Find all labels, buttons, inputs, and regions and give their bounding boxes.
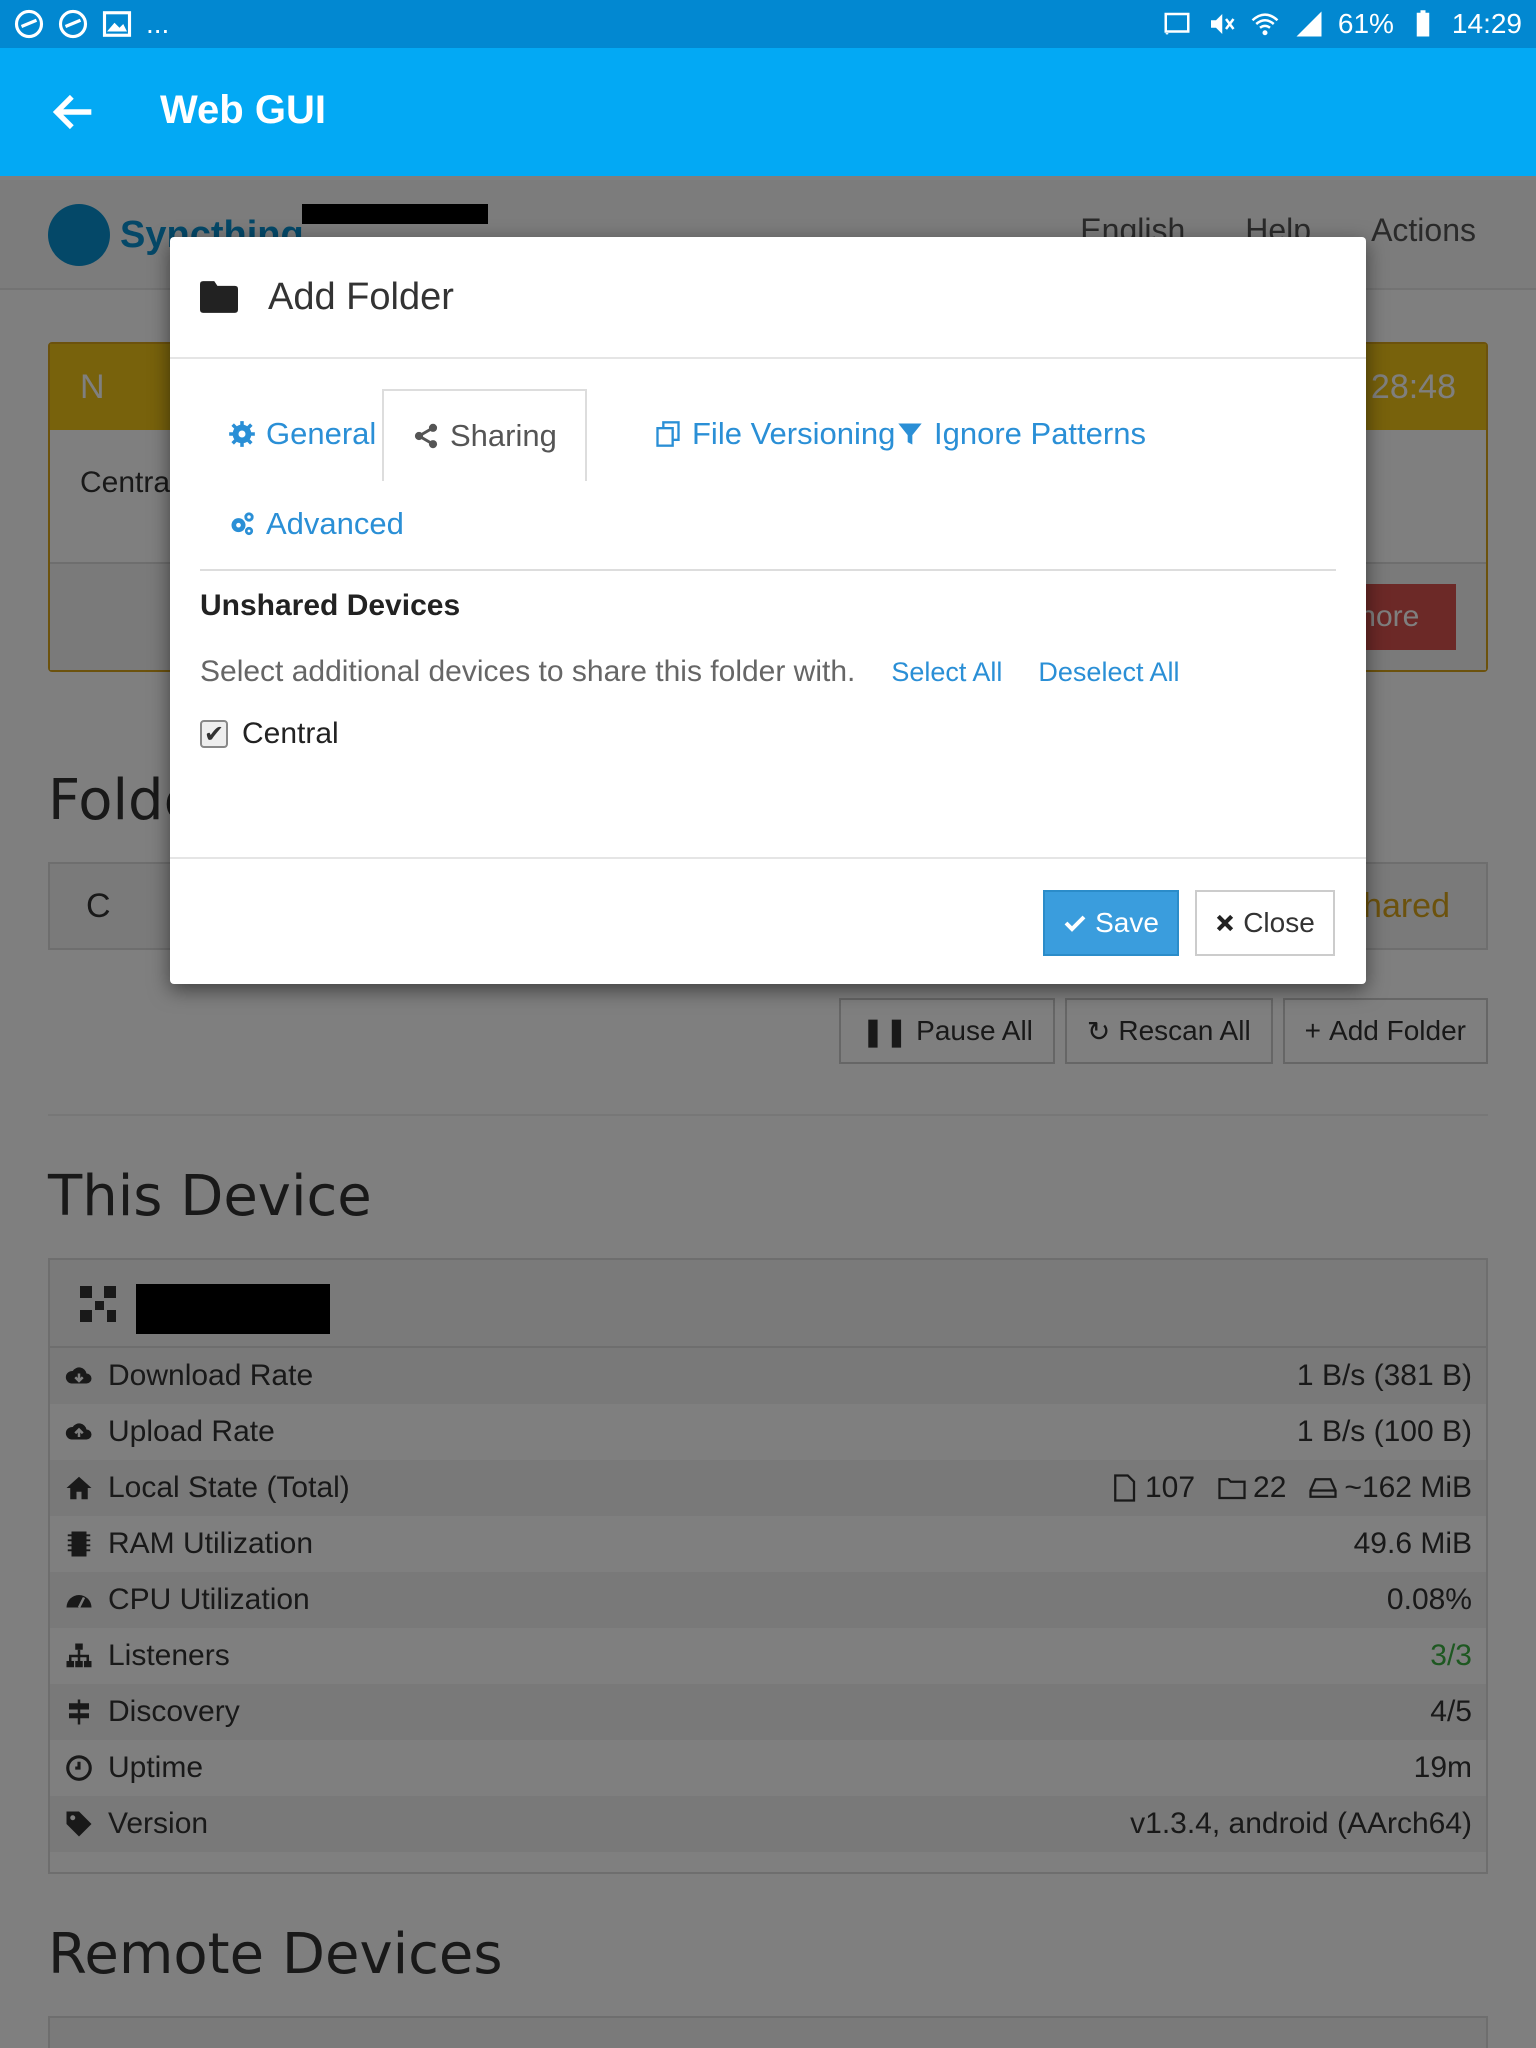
tab-general[interactable]: General bbox=[200, 389, 404, 479]
mute-icon bbox=[1210, 14, 1235, 34]
folder-icon bbox=[200, 281, 238, 313]
more-notifications-indicator: ... bbox=[146, 8, 170, 39]
share-icon bbox=[414, 423, 438, 449]
tab-sharing[interactable]: Sharing bbox=[382, 389, 587, 481]
sharing-pane: Unshared Devices Select additional devic… bbox=[200, 589, 1336, 751]
select-all-link[interactable]: Select All bbox=[891, 657, 1002, 688]
add-folder-dialog: Add Folder General Sharing File Versioni… bbox=[170, 237, 1366, 984]
close-button[interactable]: Close bbox=[1195, 890, 1335, 956]
signal-icon bbox=[1296, 11, 1322, 37]
battery-percent: 61% bbox=[1337, 8, 1394, 39]
android-status-bar: ... 61% 14:29 bbox=[0, 0, 1536, 48]
cast-icon bbox=[1164, 12, 1190, 35]
share-help-text: Select additional devices to share this … bbox=[200, 655, 856, 688]
check-icon bbox=[1064, 915, 1086, 932]
device-checkbox-label: Central bbox=[242, 717, 339, 750]
clock: 14:29 bbox=[1451, 8, 1522, 39]
syncthing-notification-icon-2 bbox=[58, 9, 88, 39]
share-help-line: Select additional devices to share this … bbox=[200, 655, 1336, 689]
copy-files-icon bbox=[656, 421, 680, 447]
tab-sharing-label: Sharing bbox=[450, 418, 557, 453]
dialog-tabs: General Sharing File Versioning Ignore P… bbox=[200, 389, 1336, 571]
app-bar-title: Web GUI bbox=[160, 88, 326, 132]
tab-general-label: General bbox=[266, 416, 377, 451]
close-label: Close bbox=[1243, 907, 1315, 938]
syncthing-notification-icon bbox=[14, 9, 44, 39]
save-button[interactable]: Save bbox=[1043, 890, 1179, 956]
device-checkbox[interactable]: ✔ bbox=[200, 720, 228, 748]
close-icon bbox=[1217, 914, 1234, 932]
app-bar: Web GUI bbox=[0, 48, 1536, 176]
wifi-icon bbox=[1251, 13, 1279, 36]
battery-icon bbox=[1416, 10, 1430, 37]
tab-advanced-label: Advanced bbox=[266, 506, 404, 541]
unshared-devices-heading: Unshared Devices bbox=[200, 589, 461, 622]
tab-file-versioning-label: File Versioning bbox=[692, 416, 896, 451]
tab-advanced[interactable]: Advanced bbox=[200, 479, 432, 569]
gear-icon bbox=[229, 421, 255, 447]
tab-ignore-patterns-label: Ignore Patterns bbox=[934, 416, 1146, 451]
device-checkbox-row[interactable]: ✔ Central bbox=[200, 717, 1336, 751]
tab-ignore-patterns[interactable]: Ignore Patterns bbox=[868, 389, 1174, 479]
dialog-header: Add Folder bbox=[170, 237, 1366, 359]
image-notification-icon bbox=[102, 11, 132, 37]
gears-icon bbox=[231, 512, 254, 536]
back-arrow-icon[interactable] bbox=[48, 86, 100, 138]
dialog-title: Add Folder bbox=[268, 275, 454, 318]
deselect-all-link[interactable]: Deselect All bbox=[1038, 657, 1179, 688]
dialog-footer: Save Close bbox=[170, 857, 1366, 984]
filter-icon bbox=[898, 423, 922, 445]
save-label: Save bbox=[1095, 907, 1159, 938]
